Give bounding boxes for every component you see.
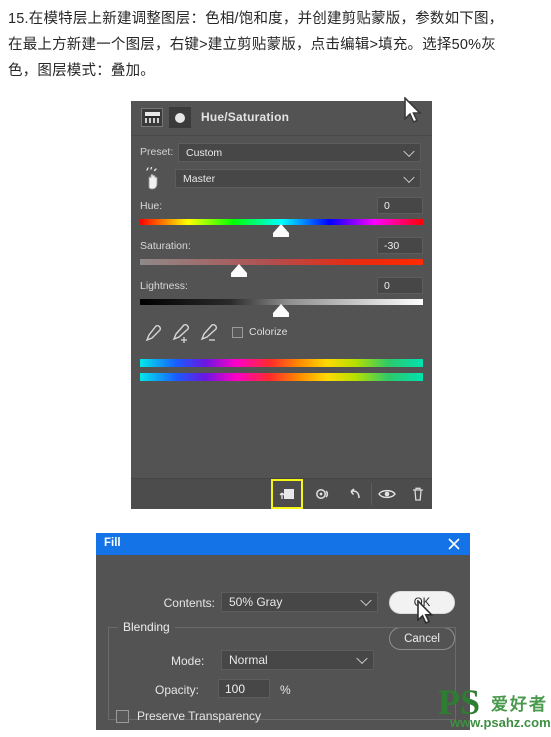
instruction-line-1: 15.在模特层上新建调整图层：色相/饱和度，并创建剪贴蒙版，参数如下图， xyxy=(8,11,504,27)
delete-button[interactable] xyxy=(405,482,431,506)
mode-value: Normal xyxy=(229,653,268,667)
chevron-down-icon xyxy=(403,171,415,183)
channel-dropdown[interactable]: Master xyxy=(175,169,421,188)
channel-row: Master xyxy=(131,167,432,191)
panel-header: Hue/Saturation xyxy=(131,101,432,136)
instruction-line-2: 在最上方新建一个图层，右键>建立剪贴蒙版，点击编辑>填充。选择50%灰 xyxy=(8,37,496,53)
panel-toolbar xyxy=(131,478,432,509)
hue-saturation-icon[interactable] xyxy=(169,107,191,128)
lightness-label: Lightness: xyxy=(140,280,188,292)
mode-label: Mode: xyxy=(171,654,205,668)
ok-button[interactable]: OK xyxy=(389,591,455,614)
preset-value: Custom xyxy=(186,146,223,159)
fill-dialog-body: Contents: 50% Gray OK Cancel Blending Mo… xyxy=(96,555,470,730)
preserve-transparency-checkbox[interactable] xyxy=(116,710,129,723)
instruction-text: 15.在模特层上新建调整图层：色相/饱和度，并创建剪贴蒙版，参数如下图， 在最上… xyxy=(8,6,544,84)
blending-legend: Blending xyxy=(118,620,175,634)
fill-dialog-titlebar[interactable]: Fill xyxy=(96,533,470,555)
hue-value-field[interactable]: 0 xyxy=(377,197,423,214)
saturation-value-field[interactable]: -30 xyxy=(377,237,423,254)
lightness-value-field[interactable]: 0 xyxy=(377,277,423,294)
adjustment-properties-icon[interactable] xyxy=(141,108,163,127)
contents-dropdown[interactable]: 50% Gray xyxy=(221,592,378,612)
preset-row: Preset: Custom xyxy=(131,143,432,163)
opacity-unit: % xyxy=(280,683,291,697)
eyedropper-icon[interactable] xyxy=(140,323,162,345)
watermark: PS 爱好者 www.psahz.com xyxy=(438,684,551,737)
hue-range-bar-bottom[interactable] xyxy=(140,373,423,381)
hue-slider-thumb[interactable] xyxy=(273,224,289,237)
blending-groupbox xyxy=(108,627,456,720)
targeted-adjustment-hand-icon[interactable] xyxy=(141,167,167,191)
eyedropper-row: Colorize xyxy=(131,323,432,347)
mode-dropdown[interactable]: Normal xyxy=(221,650,374,670)
saturation-label: Saturation: xyxy=(140,240,191,252)
chevron-down-icon xyxy=(360,594,372,607)
opacity-input[interactable]: 100 xyxy=(218,679,270,698)
view-visibility-button[interactable] xyxy=(374,482,400,506)
toggle-previous-state-button[interactable] xyxy=(311,482,337,506)
preserve-transparency-label: Preserve Transparency xyxy=(137,709,262,723)
chevron-down-icon xyxy=(403,145,415,157)
close-icon[interactable] xyxy=(446,536,462,552)
watermark-url: www.psahz.com xyxy=(450,715,551,730)
panel-title: Hue/Saturation xyxy=(201,110,290,124)
fill-dialog-title: Fill xyxy=(104,537,121,549)
channel-value: Master xyxy=(183,172,216,185)
clip-to-layer-button[interactable] xyxy=(271,479,303,509)
hue-saturation-panel: Hue/Saturation Preset: Custom Master Hue… xyxy=(131,97,432,509)
eyedropper-plus-icon[interactable] xyxy=(168,323,190,345)
watermark-chinese: 爱好者 xyxy=(491,695,548,714)
preset-label: Preset: xyxy=(140,146,174,158)
saturation-slider-thumb[interactable] xyxy=(231,264,247,277)
lightness-slider-thumb[interactable] xyxy=(273,304,289,317)
reset-button[interactable] xyxy=(342,482,368,506)
opacity-label: Opacity: xyxy=(155,683,200,697)
eyedropper-minus-icon[interactable] xyxy=(196,323,218,345)
hue-range-bar-top xyxy=(140,359,423,367)
contents-label: Contents: xyxy=(163,596,215,610)
preset-dropdown[interactable]: Custom xyxy=(178,143,421,162)
colorize-label: Colorize xyxy=(249,326,288,338)
contents-value: 50% Gray xyxy=(229,595,283,609)
toolbar-divider xyxy=(371,483,372,505)
chevron-down-icon xyxy=(356,652,368,665)
fill-dialog: Fill Contents: 50% Gray OK Cancel Blendi… xyxy=(96,533,470,730)
hue-label: Hue: xyxy=(140,200,163,212)
instruction-line-3: 色，图层模式：叠加。 xyxy=(8,63,155,79)
colorize-checkbox[interactable] xyxy=(232,327,243,338)
saturation-slider-track[interactable] xyxy=(140,259,423,265)
